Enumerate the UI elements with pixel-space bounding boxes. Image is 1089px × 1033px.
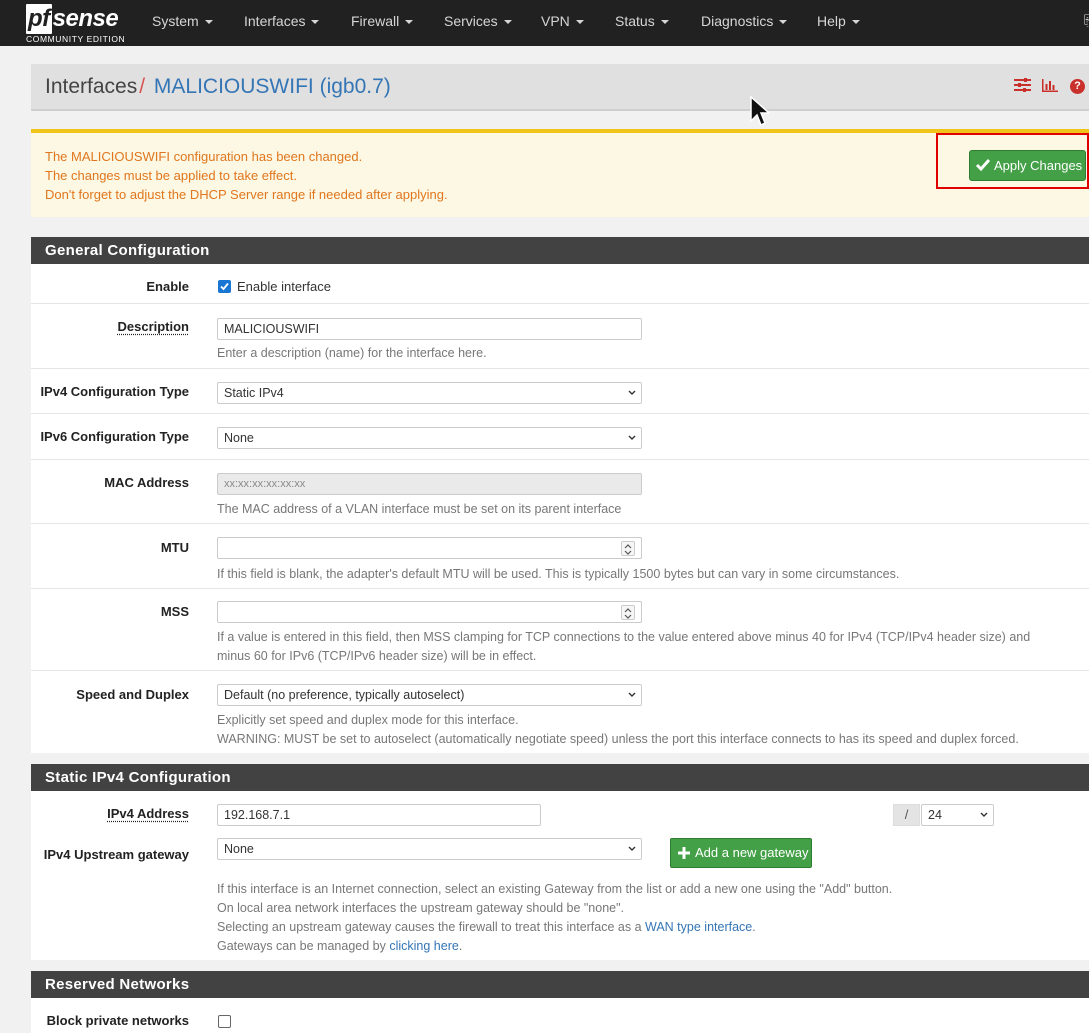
form-row-mac: MAC Address xx:xx:xx:xx:xx:xx The MAC ad…: [31, 460, 1089, 524]
chevron-down-icon: [628, 846, 636, 852]
ipv4-type-select[interactable]: Static IPv4: [217, 382, 642, 404]
apply-changes-button[interactable]: Apply Changes: [969, 150, 1086, 181]
enable-interface-checkbox[interactable]: [218, 280, 231, 293]
gateway-help: Gateways can be managed by clicking here…: [217, 939, 462, 953]
caret-down-icon: [504, 20, 512, 24]
caret-down-icon: [661, 20, 669, 24]
general-configuration-panel: Enable Enable interface Description MALI…: [31, 264, 1089, 753]
speed-duplex-select[interactable]: Default (no preference, typically autose…: [217, 684, 642, 706]
mss-label: MSS: [161, 604, 189, 619]
form-row-ipv6-type: IPv6 Configuration Type None: [31, 414, 1089, 460]
speed-warning: WARNING: MUST be set to autoselect (auto…: [217, 732, 1019, 746]
nav-interfaces[interactable]: Interfaces: [244, 13, 319, 29]
chevron-down-icon: [980, 812, 988, 818]
mtu-label: MTU: [161, 540, 189, 555]
bar-chart-icon[interactable]: [1042, 79, 1058, 95]
logo-subtitle: COMMUNITY EDITION: [26, 34, 125, 44]
ipv4-gateway-select[interactable]: None: [217, 838, 642, 860]
description-label: Description: [117, 319, 189, 334]
ipv6-type-label: IPv6 Configuration Type: [40, 429, 189, 444]
mac-address-input[interactable]: xx:xx:xx:xx:xx:xx: [217, 473, 642, 495]
ipv6-type-select[interactable]: None: [217, 427, 642, 449]
mtu-help: If this field is blank, the adapter's de…: [217, 567, 899, 581]
ipv4-address-label: IPv4 Address: [107, 806, 189, 821]
nav-status[interactable]: Status: [615, 13, 669, 29]
sliders-icon[interactable]: [1014, 78, 1031, 95]
mac-label: MAC Address: [104, 475, 189, 490]
nav-help[interactable]: Help: [817, 13, 860, 29]
form-row-mss: MSS If a value is entered in this field,…: [31, 589, 1089, 671]
section-reserved-networks: Reserved Networks: [31, 971, 1089, 998]
gateway-help: If this interface is an Internet connect…: [217, 882, 892, 896]
enable-label: Enable: [146, 279, 189, 294]
description-help: Enter a description (name) for the inter…: [217, 346, 487, 360]
nav-firewall[interactable]: Firewall: [351, 13, 413, 29]
check-icon: [975, 157, 991, 173]
form-row-mtu: MTU If this field is blank, the adapter'…: [31, 524, 1089, 589]
caret-down-icon: [405, 20, 413, 24]
form-row-enable: Enable Enable interface: [31, 264, 1089, 304]
caret-down-icon: [852, 20, 860, 24]
block-private-checkbox[interactable]: [218, 1015, 231, 1028]
chevron-down-icon: [628, 435, 636, 441]
mtu-input[interactable]: [217, 537, 642, 559]
highlight-box: Apply Changes: [936, 133, 1089, 189]
chevron-down-icon: [628, 692, 636, 698]
gateway-help: Selecting an upstream gateway causes the…: [217, 920, 756, 934]
description-input[interactable]: MALICIOUSWIFI: [217, 318, 642, 340]
nav-system[interactable]: System: [152, 13, 213, 29]
form-row-speed-duplex: Speed and Duplex Default (no preference,…: [31, 671, 1089, 753]
cidr-select[interactable]: 24: [921, 804, 994, 826]
ipv4-gateway-label: IPv4 Upstream gateway: [44, 847, 189, 862]
number-spinner-icon[interactable]: [621, 605, 635, 620]
caret-down-icon: [205, 20, 213, 24]
cidr-slash: /: [893, 804, 920, 826]
gateway-help: On local area network interfaces the ups…: [217, 901, 624, 915]
pfsense-logo[interactable]: pf sense COMMUNITY EDITION: [26, 4, 130, 44]
ipv4-type-label: IPv4 Configuration Type: [40, 384, 189, 399]
caret-down-icon: [779, 20, 787, 24]
changes-alert: The MALICIOUSWIFI configuration has been…: [31, 129, 1089, 217]
breadcrumb: Interfaces/ MALICIOUSWIFI (igb0.7): [45, 75, 391, 99]
breadcrumb-separator: /: [139, 75, 145, 98]
section-static-ipv4: Static IPv4 Configuration: [31, 764, 1089, 791]
nav-diagnostics[interactable]: Diagnostics: [701, 13, 787, 29]
breadcrumb-current[interactable]: MALICIOUSWIFI (igb0.7): [154, 75, 391, 98]
static-ipv4-panel: IPv4 Address 192.168.7.1 / 24 IPv4 Upstr…: [31, 791, 1089, 960]
alert-line: Don't forget to adjust the DHCP Server r…: [45, 187, 448, 202]
mss-help: minus 60 for IPv6 (TCP/IPv6 header size)…: [217, 649, 536, 663]
gateways-link[interactable]: clicking here: [389, 939, 458, 953]
ipv4-address-input[interactable]: 192.168.7.1: [217, 804, 541, 826]
add-gateway-button[interactable]: Add a new gateway: [670, 838, 812, 868]
top-navbar: pf sense COMMUNITY EDITION System Interfa…: [0, 0, 1089, 46]
help-icon[interactable]: ?: [1070, 79, 1085, 94]
plus-icon: [677, 846, 691, 860]
alert-line: The MALICIOUSWIFI configuration has been…: [45, 149, 362, 164]
speed-duplex-label: Speed and Duplex: [76, 687, 189, 702]
mss-input[interactable]: [217, 601, 642, 623]
breadcrumb-parent[interactable]: Interfaces: [45, 75, 137, 98]
chevron-down-icon: [628, 390, 636, 396]
form-row-ipv4-type: IPv4 Configuration Type Static IPv4: [31, 369, 1089, 414]
enable-interface-label: Enable interface: [237, 279, 331, 294]
nav-vpn[interactable]: VPN: [541, 13, 584, 29]
breadcrumb-bar: Interfaces/ MALICIOUSWIFI (igb0.7) ?: [31, 64, 1089, 111]
mouse-cursor-icon: [750, 96, 770, 128]
mac-help: The MAC address of a VLAN interface must…: [217, 502, 621, 516]
mss-help: If a value is entered in this field, the…: [217, 630, 1030, 644]
alert-line: The changes must be applied to take effe…: [45, 168, 297, 183]
check-icon: [218, 280, 231, 293]
form-row-description: Description MALICIOUSWIFI Enter a descri…: [31, 304, 1089, 369]
section-general-configuration: General Configuration: [31, 237, 1089, 264]
block-private-label: Block private networks: [47, 1013, 189, 1028]
caret-down-icon: [311, 20, 319, 24]
caret-down-icon: [576, 20, 584, 24]
reserved-networks-panel: Block private networks: [31, 998, 1089, 1033]
nav-services[interactable]: Services: [444, 13, 512, 29]
logout-icon[interactable]: ⎘: [1084, 12, 1089, 29]
number-spinner-icon[interactable]: [621, 541, 635, 556]
speed-help: Explicitly set speed and duplex mode for…: [217, 713, 519, 727]
wan-type-interface-link[interactable]: WAN type interface: [645, 920, 752, 934]
